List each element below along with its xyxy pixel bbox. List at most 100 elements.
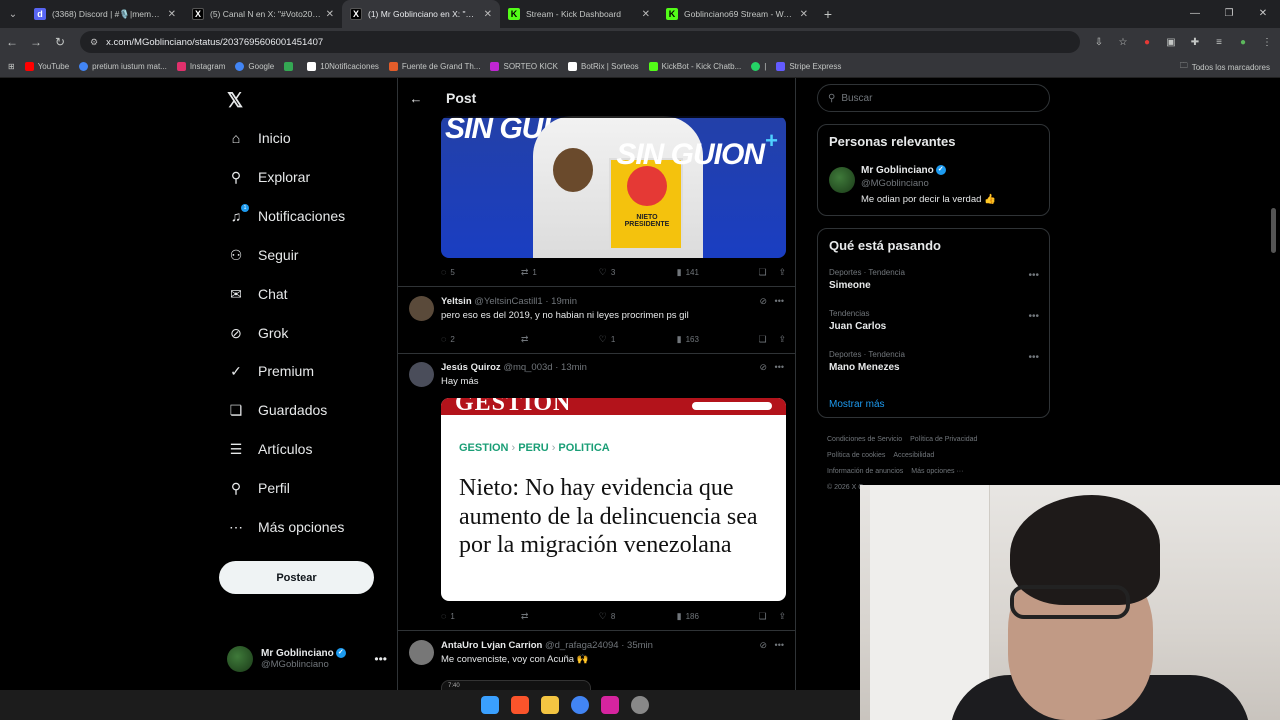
browser-tab[interactable]: d (3368) Discord | #🎙️|memes | ✕ bbox=[26, 0, 184, 28]
views-action[interactable]: ▮ 163 bbox=[677, 334, 759, 345]
reply-action[interactable]: ◌ 1 bbox=[441, 611, 521, 621]
nav-item-notificaciones[interactable]: ♫ 1 Notificaciones bbox=[227, 201, 345, 231]
more-icon[interactable]: ••• bbox=[374, 652, 387, 666]
close-icon[interactable]: ✕ bbox=[484, 9, 492, 20]
nav-item-mas-opciones[interactable]: ⋯ Más opciones bbox=[227, 512, 344, 542]
reply-author[interactable]: Jesús Quiroz bbox=[441, 362, 501, 373]
nav-item-chat[interactable]: ✉ Chat bbox=[227, 279, 287, 309]
file-explorer-icon[interactable] bbox=[541, 696, 559, 714]
repost-action[interactable]: ⇄ 1 bbox=[521, 267, 599, 278]
nav-item-premium[interactable]: ✓ Premium bbox=[227, 356, 314, 386]
minimize-icon[interactable]: — bbox=[1178, 0, 1212, 28]
nav-item-seguir[interactable]: ⚇ Seguir bbox=[227, 240, 299, 270]
like-action[interactable]: ♡ 8 bbox=[599, 611, 677, 622]
reply-author[interactable]: AntaUro Lvjan Carrion bbox=[441, 640, 542, 651]
apps-icon[interactable]: ⊞ bbox=[8, 62, 15, 71]
views-action[interactable]: ▮ 186 bbox=[677, 611, 759, 622]
browser-tab[interactable]: K Stream - Kick Dashboard ✕ bbox=[500, 0, 658, 28]
bookmark-star-icon[interactable]: ☆ bbox=[1116, 35, 1130, 49]
nav-item-inicio[interactable]: ⌂ Inicio bbox=[227, 123, 291, 153]
like-action[interactable]: ♡ 1 bbox=[599, 334, 677, 345]
share-icon[interactable]: ⇪ bbox=[778, 334, 786, 345]
site-info-icon[interactable]: ⚙ bbox=[90, 37, 98, 48]
restore-icon[interactable]: ❐ bbox=[1212, 0, 1246, 28]
new-tab-button[interactable]: + bbox=[816, 6, 840, 22]
forward-icon[interactable]: → bbox=[24, 35, 48, 49]
chrome-icon[interactable] bbox=[571, 696, 589, 714]
bookmark-instagram[interactable]: Instagram bbox=[176, 62, 225, 71]
browser-tab[interactable]: X (5) Canal N en X: "#Voto2026 E ✕ bbox=[184, 0, 342, 28]
scrollbar[interactable] bbox=[1271, 208, 1276, 253]
grok-icon[interactable]: ⊘ bbox=[759, 362, 767, 372]
grok-icon[interactable]: ⊘ bbox=[759, 296, 767, 306]
app-icon[interactable] bbox=[631, 696, 649, 714]
trend-item[interactable]: Tendencias Juan Carlos ••• bbox=[829, 309, 1039, 332]
article-image[interactable]: GESTION GESTION › PERU › POLITICA Nieto: No … bbox=[441, 398, 786, 601]
bookmark-whatsapp[interactable]: | bbox=[751, 62, 766, 71]
more-icon[interactable]: ••• bbox=[775, 640, 784, 650]
more-icon[interactable]: ••• bbox=[1028, 270, 1039, 281]
bookmark-youtube[interactable]: YouTube bbox=[24, 62, 69, 71]
browser-tab-active[interactable]: X (1) Mr Goblinciano en X: "Me o ✕ bbox=[342, 0, 500, 28]
profile-avatar-icon[interactable]: ● bbox=[1236, 35, 1250, 49]
nav-item-explorar[interactable]: ⚲ Explorar bbox=[227, 162, 310, 192]
windows-start-icon[interactable] bbox=[481, 696, 499, 714]
url-field[interactable]: ⚙ x.com/MGoblinciano/status/203769560600… bbox=[80, 31, 1080, 53]
nav-item-articulos[interactable]: ☰ Artículos bbox=[227, 434, 313, 464]
close-icon[interactable]: ✕ bbox=[642, 9, 650, 20]
instagram-app-icon[interactable] bbox=[601, 696, 619, 714]
repost-action[interactable]: ⇄ bbox=[521, 611, 599, 622]
media-icon[interactable]: ≡ bbox=[1212, 35, 1226, 49]
bookmark-10notificaciones[interactable]: 10Notificaciones bbox=[307, 62, 379, 71]
reply-action[interactable]: ◌ 2 bbox=[441, 334, 521, 344]
brave-icon[interactable] bbox=[511, 696, 529, 714]
grok-icon[interactable]: ⊘ bbox=[759, 640, 767, 650]
close-icon[interactable]: ✕ bbox=[800, 9, 808, 20]
trend-item[interactable]: Deportes · Tendencia Mano Menezes ••• bbox=[829, 350, 1039, 373]
bookmark-extra[interactable] bbox=[284, 62, 297, 71]
like-action[interactable]: ♡ 3 bbox=[599, 267, 677, 278]
reload-icon[interactable]: ↻ bbox=[48, 35, 72, 49]
bookmark-grand-theft[interactable]: Fuente de Grand Th... bbox=[388, 62, 480, 71]
close-window-icon[interactable]: ✕ bbox=[1246, 0, 1280, 28]
trend-item[interactable]: Deportes · Tendencia Simeone ••• bbox=[829, 268, 1039, 291]
bookmark-google[interactable]: Google bbox=[235, 62, 274, 71]
close-icon[interactable]: ✕ bbox=[168, 9, 176, 20]
more-icon[interactable]: ••• bbox=[1028, 352, 1039, 363]
post-button[interactable]: Postear bbox=[219, 561, 374, 594]
repost-action[interactable]: ⇄ bbox=[521, 334, 599, 345]
bookmark-botrix[interactable]: BotRix | Sorteos bbox=[568, 62, 639, 71]
nav-item-perfil[interactable]: ⚲ Perfil bbox=[227, 473, 290, 503]
bookmark-icon[interactable]: ❏ bbox=[759, 267, 779, 278]
search-input[interactable]: ⚲ Buscar bbox=[817, 84, 1050, 112]
avatar[interactable] bbox=[829, 167, 855, 193]
more-icon[interactable]: ••• bbox=[775, 296, 784, 306]
more-icon[interactable]: ••• bbox=[1028, 311, 1039, 322]
share-icon[interactable]: ⇪ bbox=[778, 611, 786, 622]
bookmark-stripe[interactable]: Stripe Express bbox=[776, 62, 841, 71]
account-switcher[interactable]: Mr Goblinciano ✓ @MGoblinciano ••• bbox=[227, 642, 387, 676]
bookmark-icon[interactable]: ❏ bbox=[759, 611, 779, 622]
more-icon[interactable]: ••• bbox=[775, 362, 784, 372]
browser-tab[interactable]: K Goblinciano69 Stream - Watch ✕ bbox=[658, 0, 816, 28]
bookmark-pretium[interactable]: pretium iustum mat... bbox=[79, 62, 167, 71]
share-icon[interactable]: ⇪ bbox=[778, 267, 786, 278]
bookmark-sorteo-kick[interactable]: SORTEO KICK bbox=[490, 62, 558, 71]
reply-author[interactable]: Yeltsin bbox=[441, 296, 472, 307]
all-bookmarks[interactable]: 🗀 Todos los marcadores bbox=[1180, 56, 1270, 78]
tab-search-icon[interactable]: ⌄ bbox=[0, 0, 26, 28]
extension-icon[interactable]: ▣ bbox=[1164, 35, 1178, 49]
x-logo-icon[interactable]: 𝕏 bbox=[227, 88, 243, 113]
back-icon[interactable]: ← bbox=[0, 35, 24, 49]
puzzle-icon[interactable]: ✚ bbox=[1188, 35, 1202, 49]
bookmark-icon[interactable]: ❏ bbox=[759, 334, 779, 345]
close-icon[interactable]: ✕ bbox=[326, 9, 334, 20]
show-more-link[interactable]: Mostrar más bbox=[829, 399, 885, 410]
extension-red-icon[interactable]: ● bbox=[1140, 35, 1154, 49]
install-icon[interactable]: ⇩ bbox=[1092, 35, 1106, 49]
reply-action[interactable]: ◌ 5 bbox=[441, 267, 521, 277]
nav-item-grok[interactable]: ⊘ Grok bbox=[227, 318, 288, 348]
views-action[interactable]: ▮ 141 bbox=[677, 267, 759, 278]
browser-menu-icon[interactable]: ⋮ bbox=[1260, 35, 1274, 49]
back-arrow-icon[interactable]: ← bbox=[398, 91, 434, 106]
